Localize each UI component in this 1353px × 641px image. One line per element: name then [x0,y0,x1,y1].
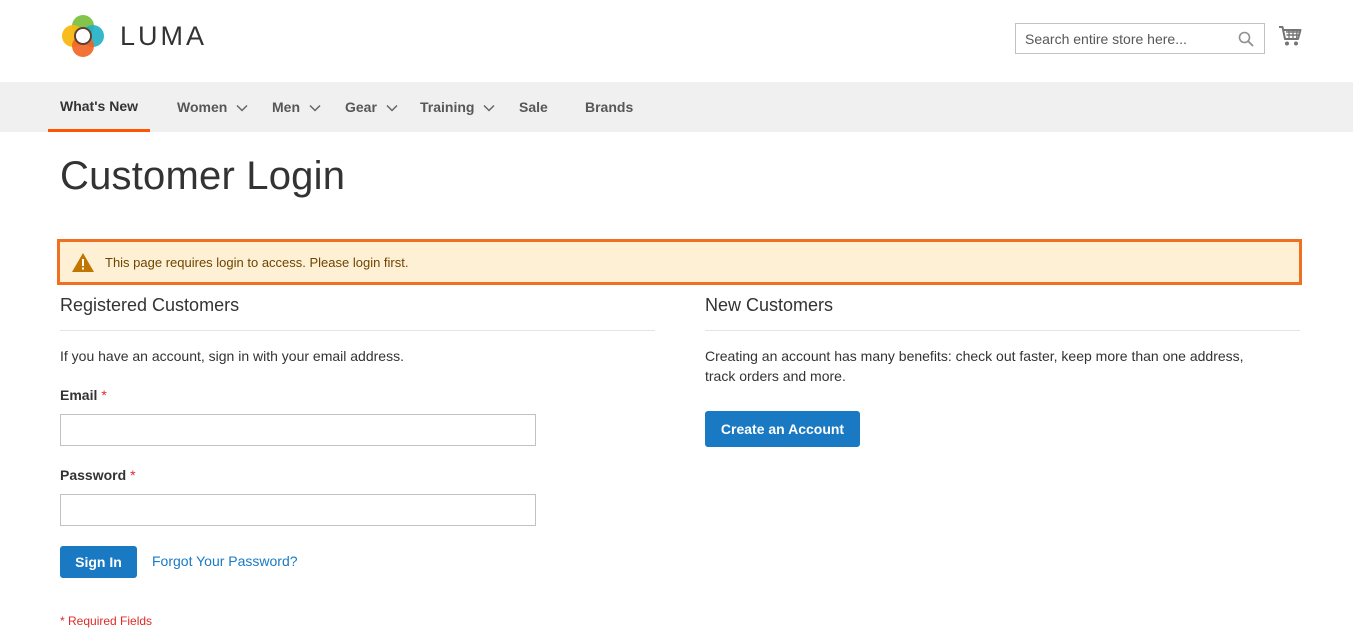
nav-item-label: Training [420,99,475,115]
nav-item-label: Men [272,99,300,115]
nav-item-sale[interactable]: Sale [519,82,548,132]
logo-text: LUMA [120,20,208,51]
luma-logo-icon [62,15,104,57]
nav-item-brands[interactable]: Brands [585,82,633,132]
chevron-down-icon [309,104,321,112]
forgot-password-link[interactable]: Forgot Your Password? [152,553,298,569]
nav-item-gear[interactable]: Gear [345,82,398,132]
nav-item-whats-new[interactable]: What's New [48,82,151,132]
nav-item-label: Sale [519,99,548,115]
required-fields-note: * Required Fields [60,614,153,628]
nav-item-label: Brands [585,99,634,115]
section-divider [60,330,655,331]
main-navigation: What's New Women Men Gear Training Sale … [0,82,1353,132]
email-label-text: Email [60,387,98,403]
chevron-down-icon [236,104,248,112]
search-icon[interactable] [1238,31,1254,52]
nav-item-women[interactable]: Women [177,82,248,132]
search-input[interactable] [1016,24,1264,53]
nav-item-men[interactable]: Men [272,82,321,132]
email-label: Email * [60,387,107,403]
new-customers-intro-line-1: Creating an account has many benefits: c… [705,348,1244,364]
registered-intro: If you have an account, sign in with you… [60,348,404,364]
section-divider [705,330,1300,331]
cart-icon[interactable] [1278,25,1302,52]
search-box [1015,23,1265,54]
notice-text: This page requires login to access. Plea… [105,254,409,270]
login-required-notice: This page requires login to access. Plea… [57,239,1302,285]
required-asterisk: * [101,387,107,403]
nav-item-label: What's New [60,97,139,114]
new-customers-intro-line-2: track orders and more. [705,368,846,384]
nav-item-label: Women [177,99,228,115]
required-asterisk: * [130,467,136,483]
chevron-down-icon [386,104,398,112]
store-logo[interactable]: LUMA [60,13,207,59]
create-account-button[interactable]: Create an Account [705,411,860,447]
new-customers-title: New Customers [705,295,834,315]
registered-customers-title: Registered Customers [60,295,240,315]
password-field [60,494,536,526]
password-input[interactable] [61,495,535,525]
email-input[interactable] [61,415,535,445]
site-header: LUMA [0,0,1353,82]
warning-icon [72,252,94,272]
password-label: Password * [60,467,136,483]
password-label-text: Password [60,467,127,483]
nav-item-label: Gear [345,99,377,115]
nav-item-training[interactable]: Training [420,82,495,132]
page-title: Customer Login [60,154,346,198]
email-field [60,414,536,446]
chevron-down-icon [483,104,495,112]
sign-in-button[interactable]: Sign In [60,546,137,578]
